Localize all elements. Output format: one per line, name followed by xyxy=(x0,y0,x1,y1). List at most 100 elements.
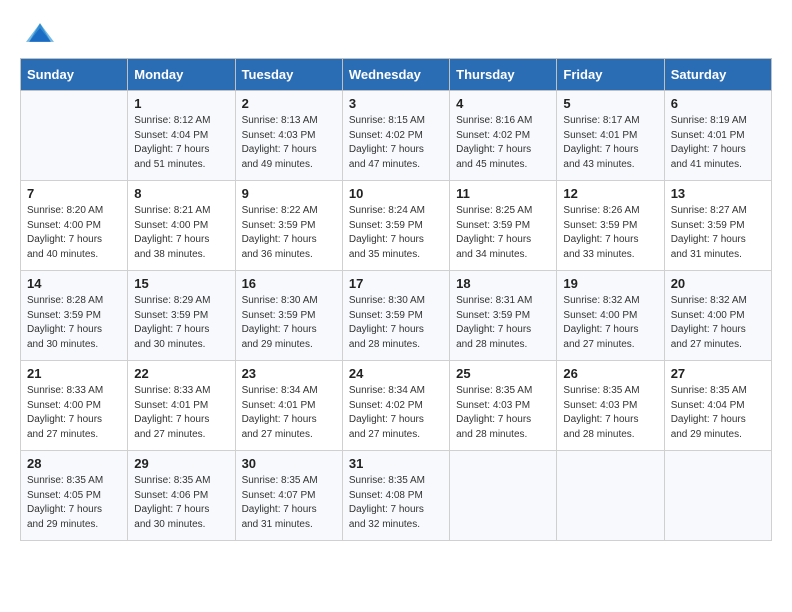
calendar-cell: 11 Sunrise: 8:25 AM Sunset: 3:59 PM Dayli… xyxy=(450,181,557,271)
day-number: 8 xyxy=(134,186,228,201)
day-info: Sunrise: 8:26 AM Sunset: 3:59 PM Dayligh… xyxy=(563,204,657,262)
calendar-cell: 17 Sunrise: 8:30 AM Sunset: 3:59 PM Dayli… xyxy=(342,271,449,361)
calendar-cell: 20 Sunrise: 8:32 AM Sunset: 4:00 PM Dayli… xyxy=(664,271,771,361)
calendar-cell: 24Sunrise: 8:34 AM Sunset: 4:02 PM Dayli… xyxy=(342,361,449,451)
day-info: Sunrise: 8:35 AM Sunset: 4:03 PM Dayligh… xyxy=(563,384,657,442)
calendar-cell xyxy=(557,451,664,541)
day-info: Sunrise: 8:17 AM Sunset: 4:01 PM Dayligh… xyxy=(563,114,657,172)
day-number: 14 xyxy=(27,276,121,291)
day-info: Sunrise: 8:29 AM Sunset: 3:59 PM Dayligh… xyxy=(134,294,228,352)
day-info: Sunrise: 8:13 AM Sunset: 4:03 PM Dayligh… xyxy=(242,114,336,172)
calendar-cell: 9 Sunrise: 8:22 AM Sunset: 3:59 PM Daylig… xyxy=(235,181,342,271)
day-number: 16 xyxy=(242,276,336,291)
calendar-cell: 16 Sunrise: 8:30 AM Sunset: 3:59 PM Dayli… xyxy=(235,271,342,361)
day-info: Sunrise: 8:34 AM Sunset: 4:01 PM Dayligh… xyxy=(242,384,336,442)
calendar-cell xyxy=(664,451,771,541)
day-info: Sunrise: 8:30 AM Sunset: 3:59 PM Dayligh… xyxy=(242,294,336,352)
day-number: 15 xyxy=(134,276,228,291)
day-info: Sunrise: 8:22 AM Sunset: 3:59 PM Dayligh… xyxy=(242,204,336,262)
day-info: Sunrise: 8:12 AM Sunset: 4:04 PM Dayligh… xyxy=(134,114,228,172)
calendar-cell: 3 Sunrise: 8:15 AM Sunset: 4:02 PM Daylig… xyxy=(342,91,449,181)
calendar-cell: 6 Sunrise: 8:19 AM Sunset: 4:01 PM Daylig… xyxy=(664,91,771,181)
day-number: 30 xyxy=(242,456,336,471)
calendar-cell: 15 Sunrise: 8:29 AM Sunset: 3:59 PM Dayli… xyxy=(128,271,235,361)
calendar-cell: 31Sunrise: 8:35 AM Sunset: 4:08 PM Dayli… xyxy=(342,451,449,541)
day-info: Sunrise: 8:30 AM Sunset: 3:59 PM Dayligh… xyxy=(349,294,443,352)
day-number: 5 xyxy=(563,96,657,111)
calendar-cell: 21 Sunrise: 8:33 AM Sunset: 4:00 PM Dayli… xyxy=(21,361,128,451)
day-info: Sunrise: 8:33 AM Sunset: 4:00 PM Dayligh… xyxy=(27,384,121,442)
calendar-cell: 22 Sunrise: 8:33 AM Sunset: 4:01 PM Dayli… xyxy=(128,361,235,451)
logo xyxy=(20,20,54,42)
page-header xyxy=(20,20,772,42)
day-number: 20 xyxy=(671,276,765,291)
calendar-cell: 2 Sunrise: 8:13 AM Sunset: 4:03 PM Daylig… xyxy=(235,91,342,181)
day-info: Sunrise: 8:16 AM Sunset: 4:02 PM Dayligh… xyxy=(456,114,550,172)
calendar-week-row: 21 Sunrise: 8:33 AM Sunset: 4:00 PM Dayli… xyxy=(21,361,772,451)
day-info: Sunrise: 8:35 AM Sunset: 4:08 PM Dayligh… xyxy=(349,474,443,532)
day-info: Sunrise: 8:32 AM Sunset: 4:00 PM Dayligh… xyxy=(563,294,657,352)
day-number: 27 xyxy=(671,366,765,381)
calendar-cell: 10 Sunrise: 8:24 AM Sunset: 3:59 PM Dayli… xyxy=(342,181,449,271)
weekday-header: Tuesday xyxy=(235,59,342,91)
day-info: Sunrise: 8:20 AM Sunset: 4:00 PM Dayligh… xyxy=(27,204,121,262)
day-info: Sunrise: 8:15 AM Sunset: 4:02 PM Dayligh… xyxy=(349,114,443,172)
calendar-cell: 12 Sunrise: 8:26 AM Sunset: 3:59 PM Dayli… xyxy=(557,181,664,271)
calendar-cell: 4 Sunrise: 8:16 AM Sunset: 4:02 PM Daylig… xyxy=(450,91,557,181)
calendar-cell: 5 Sunrise: 8:17 AM Sunset: 4:01 PM Daylig… xyxy=(557,91,664,181)
calendar-cell xyxy=(450,451,557,541)
day-info: Sunrise: 8:35 AM Sunset: 4:06 PM Dayligh… xyxy=(134,474,228,532)
weekday-header: Monday xyxy=(128,59,235,91)
day-number: 22 xyxy=(134,366,228,381)
day-number: 12 xyxy=(563,186,657,201)
day-info: Sunrise: 8:34 AM Sunset: 4:02 PM Dayligh… xyxy=(349,384,443,442)
calendar-week-row: 7 Sunrise: 8:20 AM Sunset: 4:00 PM Daylig… xyxy=(21,181,772,271)
calendar-week-row: 1 Sunrise: 8:12 AM Sunset: 4:04 PM Daylig… xyxy=(21,91,772,181)
day-number: 18 xyxy=(456,276,550,291)
calendar-cell: 19Sunrise: 8:32 AM Sunset: 4:00 PM Dayli… xyxy=(557,271,664,361)
day-info: Sunrise: 8:19 AM Sunset: 4:01 PM Dayligh… xyxy=(671,114,765,172)
day-info: Sunrise: 8:35 AM Sunset: 4:05 PM Dayligh… xyxy=(27,474,121,532)
calendar-cell: 1 Sunrise: 8:12 AM Sunset: 4:04 PM Daylig… xyxy=(128,91,235,181)
calendar-cell: 26 Sunrise: 8:35 AM Sunset: 4:03 PM Dayli… xyxy=(557,361,664,451)
day-info: Sunrise: 8:24 AM Sunset: 3:59 PM Dayligh… xyxy=(349,204,443,262)
day-info: Sunrise: 8:33 AM Sunset: 4:01 PM Dayligh… xyxy=(134,384,228,442)
day-info: Sunrise: 8:35 AM Sunset: 4:07 PM Dayligh… xyxy=(242,474,336,532)
weekday-header: Thursday xyxy=(450,59,557,91)
calendar-cell: 28 Sunrise: 8:35 AM Sunset: 4:05 PM Dayli… xyxy=(21,451,128,541)
day-number: 2 xyxy=(242,96,336,111)
calendar-cell: 29 Sunrise: 8:35 AM Sunset: 4:06 PM Dayli… xyxy=(128,451,235,541)
day-info: Sunrise: 8:35 AM Sunset: 4:04 PM Dayligh… xyxy=(671,384,765,442)
day-number: 11 xyxy=(456,186,550,201)
logo-icon xyxy=(26,20,54,42)
day-info: Sunrise: 8:35 AM Sunset: 4:03 PM Dayligh… xyxy=(456,384,550,442)
weekday-header: Friday xyxy=(557,59,664,91)
day-number: 26 xyxy=(563,366,657,381)
day-info: Sunrise: 8:31 AM Sunset: 3:59 PM Dayligh… xyxy=(456,294,550,352)
day-number: 29 xyxy=(134,456,228,471)
calendar-cell: 14Sunrise: 8:28 AM Sunset: 3:59 PM Dayli… xyxy=(21,271,128,361)
calendar-cell: 7 Sunrise: 8:20 AM Sunset: 4:00 PM Daylig… xyxy=(21,181,128,271)
calendar-week-row: 14Sunrise: 8:28 AM Sunset: 3:59 PM Dayli… xyxy=(21,271,772,361)
day-number: 4 xyxy=(456,96,550,111)
day-info: Sunrise: 8:32 AM Sunset: 4:00 PM Dayligh… xyxy=(671,294,765,352)
day-number: 28 xyxy=(27,456,121,471)
day-number: 10 xyxy=(349,186,443,201)
calendar-cell: 18 Sunrise: 8:31 AM Sunset: 3:59 PM Dayli… xyxy=(450,271,557,361)
day-number: 1 xyxy=(134,96,228,111)
day-info: Sunrise: 8:27 AM Sunset: 3:59 PM Dayligh… xyxy=(671,204,765,262)
day-info: Sunrise: 8:25 AM Sunset: 3:59 PM Dayligh… xyxy=(456,204,550,262)
calendar-cell xyxy=(21,91,128,181)
day-number: 17 xyxy=(349,276,443,291)
weekday-header: Wednesday xyxy=(342,59,449,91)
calendar-cell: 13Sunrise: 8:27 AM Sunset: 3:59 PM Dayli… xyxy=(664,181,771,271)
day-number: 23 xyxy=(242,366,336,381)
day-number: 6 xyxy=(671,96,765,111)
calendar-cell: 30 Sunrise: 8:35 AM Sunset: 4:07 PM Dayli… xyxy=(235,451,342,541)
day-number: 7 xyxy=(27,186,121,201)
weekday-header: Sunday xyxy=(21,59,128,91)
day-number: 3 xyxy=(349,96,443,111)
day-number: 9 xyxy=(242,186,336,201)
day-number: 21 xyxy=(27,366,121,381)
calendar-cell: 25Sunrise: 8:35 AM Sunset: 4:03 PM Dayli… xyxy=(450,361,557,451)
